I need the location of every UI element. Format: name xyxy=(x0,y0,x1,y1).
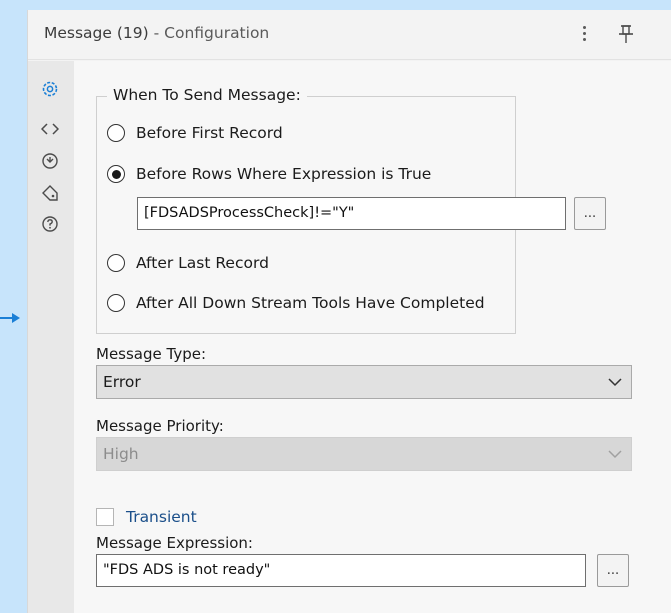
expression-input[interactable]: [FDSADSProcessCheck]!="Y" xyxy=(137,197,566,230)
transient-label: Transient xyxy=(126,508,197,526)
message-type-value: Error xyxy=(103,373,141,391)
radio-after-downstream-tools[interactable]: After All Down Stream Tools Have Complet… xyxy=(107,292,485,314)
message-expression-editor-button[interactable]: ... xyxy=(597,554,629,587)
sidebar xyxy=(28,61,74,613)
radio-label: After All Down Stream Tools Have Complet… xyxy=(136,294,485,312)
radio-button[interactable] xyxy=(107,124,125,142)
tag-icon[interactable] xyxy=(39,182,61,204)
radio-after-last-record[interactable]: After Last Record xyxy=(107,252,269,274)
chevron-down-icon xyxy=(608,378,622,387)
when-to-send-legend: When To Send Message: xyxy=(107,86,307,104)
radio-before-first-record[interactable]: Before First Record xyxy=(107,122,283,144)
radio-button[interactable] xyxy=(107,254,125,272)
radio-label: Before First Record xyxy=(136,124,283,142)
help-icon[interactable] xyxy=(39,213,61,235)
configuration-panel: Message (19) - Configuration When To Sen… xyxy=(27,10,671,613)
message-type-select[interactable]: Error xyxy=(96,365,632,399)
chevron-down-icon xyxy=(608,450,622,459)
gear-icon[interactable] xyxy=(39,78,61,100)
navigate-icon[interactable] xyxy=(39,150,61,172)
message-priority-label: Message Priority: xyxy=(96,417,224,435)
message-priority-value: High xyxy=(103,445,139,463)
transient-checkbox[interactable] xyxy=(96,508,114,526)
more-options-icon[interactable] xyxy=(577,22,591,44)
message-priority-select: High xyxy=(96,437,632,471)
arrow-indicator-icon xyxy=(0,313,20,323)
panel-header: Message (19) - Configuration xyxy=(28,10,671,60)
radio-button-selected[interactable] xyxy=(107,165,125,183)
panel-title: Message (19) - Configuration xyxy=(44,24,269,42)
pin-icon[interactable] xyxy=(618,23,634,45)
panel-title-sub: - Configuration xyxy=(148,24,270,42)
radio-label: After Last Record xyxy=(136,254,269,272)
radio-button[interactable] xyxy=(107,294,125,312)
radio-label: Before Rows Where Expression is True xyxy=(136,165,432,183)
message-expression-label: Message Expression: xyxy=(96,534,253,552)
expression-editor-button[interactable]: ... xyxy=(574,197,606,230)
radio-before-rows-expression[interactable]: Before Rows Where Expression is True xyxy=(107,163,431,185)
panel-title-main: Message (19) xyxy=(44,24,149,42)
code-icon[interactable] xyxy=(39,118,61,140)
transient-checkbox-row[interactable]: Transient xyxy=(96,508,197,526)
configuration-content: When To Send Message: Before First Recor… xyxy=(74,61,671,613)
message-expression-input[interactable]: "FDS ADS is not ready" xyxy=(96,554,586,587)
message-type-label: Message Type: xyxy=(96,345,207,363)
